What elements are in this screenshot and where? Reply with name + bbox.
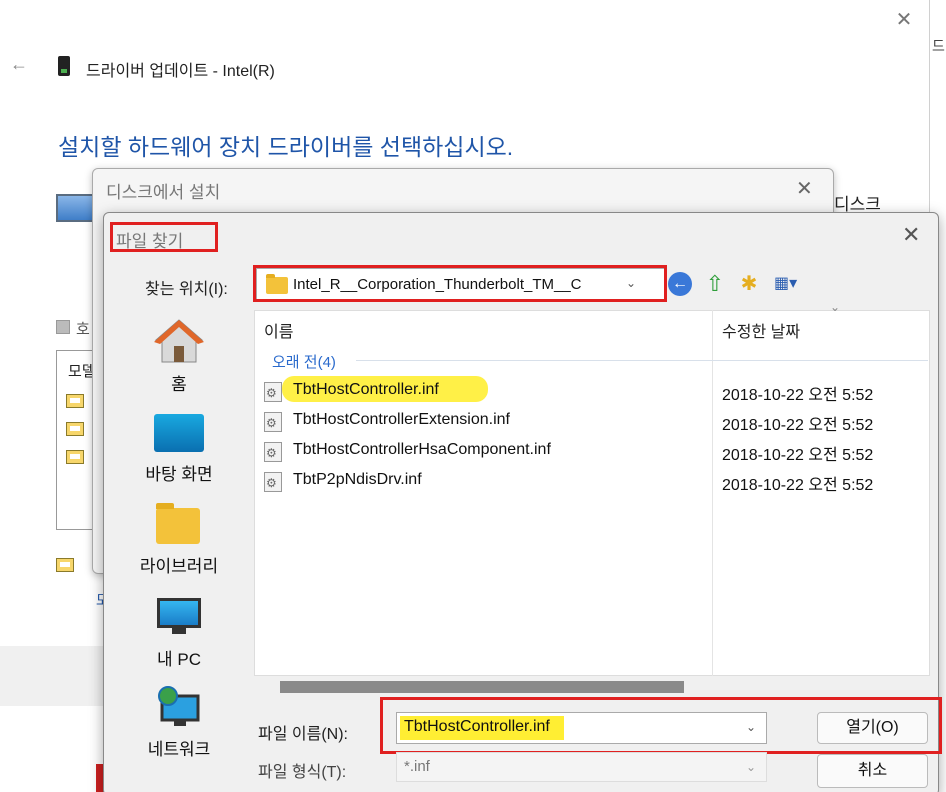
title-annotation-box: [110, 222, 218, 252]
file-type-label: 파일 형식(T):: [258, 764, 347, 781]
clipped-text: 드: [932, 38, 945, 54]
group-divider: [356, 360, 928, 361]
network-icon[interactable]: [154, 686, 204, 728]
back-arrow-icon[interactable]: ←: [10, 54, 28, 75]
pc-icon[interactable]: [157, 598, 201, 628]
disk-dialog-close-icon[interactable]: ✕: [796, 176, 813, 201]
filename-annotation-box: [380, 697, 942, 754]
sort-indicator-icon: ⌄: [830, 300, 841, 314]
up-folder-icon[interactable]: ⇧: [703, 272, 727, 296]
driver-icon: [66, 422, 84, 436]
column-header-name[interactable]: 이름: [264, 318, 293, 342]
inf-file-icon: [264, 442, 282, 462]
look-in-annotation-box: [253, 265, 667, 302]
file-name: TbtHostControllerHsaComponent.inf: [293, 441, 551, 458]
file-row[interactable]: TbtHostControllerExtension.inf 2018-10-2…: [264, 411, 914, 434]
driver-icon: [66, 394, 84, 408]
file-date: 2018-10-22 오전 5:52: [722, 417, 874, 434]
file-row[interactable]: TbtP2pNdisDrv.inf 2018-10-22 오전 5:52: [264, 471, 914, 494]
new-folder-icon[interactable]: ✱: [737, 272, 761, 296]
place-network[interactable]: 네트워크: [114, 735, 244, 760]
chevron-down-icon[interactable]: ⌄: [746, 760, 756, 774]
place-desktop[interactable]: 바탕 화면: [114, 460, 244, 485]
driver-icon: [66, 450, 84, 464]
library-icon[interactable]: [156, 503, 200, 544]
place-this-pc[interactable]: 내 PC: [114, 645, 244, 670]
inf-file-icon: [264, 382, 282, 402]
compatible-hardware-label: 호: [76, 321, 90, 338]
compatible-hardware-checkbox[interactable]: [56, 320, 70, 334]
file-name-label: 파일 이름(N):: [258, 726, 348, 743]
signed-driver-icon: [56, 558, 74, 572]
column-header-date[interactable]: 수정한 날짜: [722, 318, 800, 342]
back-icon[interactable]: ←: [668, 272, 692, 296]
home-icon[interactable]: [154, 318, 204, 364]
look-in-label: 찾는 위치(I):: [145, 281, 228, 298]
file-row[interactable]: TbtHostController.inf 2018-10-22 오전 5:52: [264, 381, 914, 404]
file-date: 2018-10-22 오전 5:52: [722, 477, 874, 494]
wizard-heading: 설치할 하드웨어 장치 드라이버를 선택하십시오.: [58, 134, 514, 160]
file-dialog-close-icon[interactable]: ✕: [902, 222, 920, 248]
file-name: TbtHostControllerExtension.inf: [293, 411, 510, 428]
view-menu-icon[interactable]: ▦▾: [774, 272, 808, 296]
disk-dialog-title: 디스크에서 설치: [106, 183, 221, 202]
file-date: 2018-10-22 오전 5:52: [722, 387, 874, 404]
place-library[interactable]: 라이브러리: [114, 552, 244, 577]
file-row[interactable]: TbtHostControllerHsaComponent.inf 2018-1…: [264, 441, 914, 464]
scrollbar-thumb[interactable]: [280, 681, 684, 693]
wizard-close-icon[interactable]: ✕: [890, 8, 918, 32]
group-header[interactable]: 오래 전(4): [272, 351, 336, 372]
column-separator[interactable]: [712, 310, 713, 676]
desktop-icon[interactable]: [154, 414, 204, 452]
wizard-title: 드라이버 업데이트 - Intel(R): [86, 63, 275, 80]
cancel-button[interactable]: 취소: [817, 754, 928, 788]
inf-file-icon: [264, 412, 282, 432]
file-name: TbtP2pNdisDrv.inf: [293, 471, 422, 488]
file-date: 2018-10-22 오전 5:52: [722, 447, 874, 464]
device-icon: [58, 56, 70, 76]
monitor-icon: [56, 194, 94, 222]
inf-file-icon: [264, 472, 282, 492]
file-type-select[interactable]: [396, 752, 767, 782]
place-home[interactable]: 홈: [114, 370, 244, 395]
file-type-value: *.inf: [404, 758, 430, 775]
pc-stand: [172, 628, 186, 634]
file-name: TbtHostController.inf: [293, 381, 439, 398]
